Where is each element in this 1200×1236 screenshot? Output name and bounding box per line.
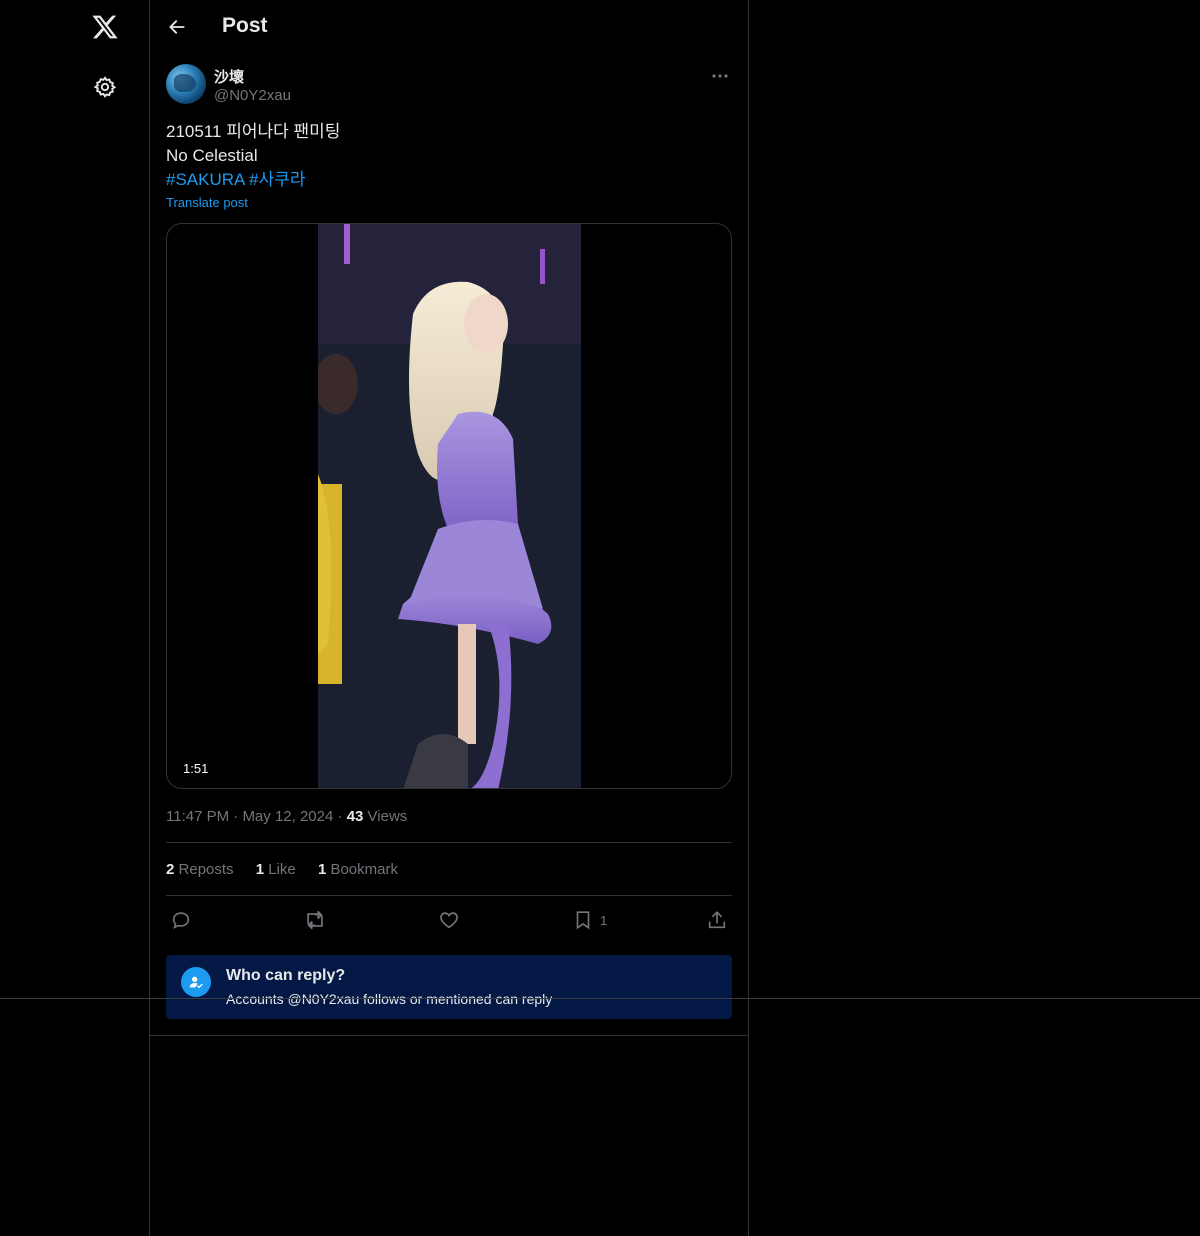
post-time[interactable]: 11:47 PM	[166, 808, 229, 825]
page-header: Post	[150, 0, 748, 54]
post-text-line: 210511 피어나다 팬미팅	[166, 122, 341, 141]
back-button[interactable]	[164, 14, 190, 40]
views-label: Views	[367, 808, 408, 825]
gear-icon[interactable]	[90, 72, 120, 102]
divider	[150, 1035, 748, 1036]
reply-restriction-title: Who can reply?	[226, 967, 346, 984]
viewport-divider	[0, 998, 1200, 999]
bookmark-count: 1	[600, 912, 608, 928]
author-handle[interactable]: @N0Y2xau	[214, 87, 291, 104]
post-stats: 2 Reposts 1 Like 1 Bookmark	[166, 861, 416, 878]
share-icon	[708, 911, 726, 929]
reply-restriction-subtitle: Accounts @N0Y2xau follows or mentioned c…	[226, 991, 553, 1007]
like-button[interactable]	[438, 907, 460, 933]
heart-icon	[440, 912, 458, 929]
x-logo-icon[interactable]	[88, 10, 122, 44]
action-bar: 1	[166, 907, 732, 933]
bookmarks-stat[interactable]: 1 Bookmark	[318, 861, 398, 878]
repost-icon	[307, 910, 323, 930]
views-count: 43	[346, 808, 364, 825]
user-check-icon	[181, 967, 211, 997]
reply-icon	[172, 912, 190, 929]
bookmark-button[interactable]: 1	[572, 907, 607, 933]
video-duration: 1:51	[175, 759, 217, 778]
likes-stat[interactable]: 1 Like	[256, 861, 296, 878]
share-button[interactable]	[706, 907, 728, 933]
reply-button[interactable]	[170, 907, 192, 933]
reposts-stat[interactable]: 2 Reposts	[166, 861, 234, 878]
reply-restriction-notice: Who can reply? Accounts @N0Y2xau follows…	[166, 955, 732, 1019]
page-title: Post	[222, 14, 268, 37]
video-player[interactable]: 1:51	[166, 223, 732, 789]
main-column: Post 沙壞 @N0Y2xau 210511 피어나다 팬미팅 No Cele…	[149, 0, 749, 1236]
post-date[interactable]: May 12, 2024	[242, 808, 333, 825]
more-icon	[712, 74, 728, 78]
divider	[166, 842, 732, 843]
translate-post-link[interactable]: Translate post	[166, 195, 248, 210]
post-text-line: No Celestial	[166, 146, 258, 165]
arrow-left-icon	[169, 20, 185, 34]
avatar[interactable]	[166, 64, 206, 104]
bookmark-icon	[576, 911, 590, 930]
author-display-name[interactable]: 沙壞	[214, 66, 244, 87]
post-text: 210511 피어나다 팬미팅 No Celestial #SAKURA #사쿠…	[166, 120, 732, 192]
left-nav	[0, 0, 149, 1236]
post-metadata: 11:47 PM · May 12, 2024 · 43 Views	[166, 808, 408, 825]
repost-button[interactable]	[303, 907, 327, 933]
hashtag-link[interactable]: #사쿠라	[249, 170, 305, 189]
divider	[166, 895, 732, 896]
video-thumbnail	[318, 224, 581, 788]
more-options-button[interactable]	[708, 66, 732, 86]
hashtag-link[interactable]: #SAKURA	[166, 170, 244, 189]
